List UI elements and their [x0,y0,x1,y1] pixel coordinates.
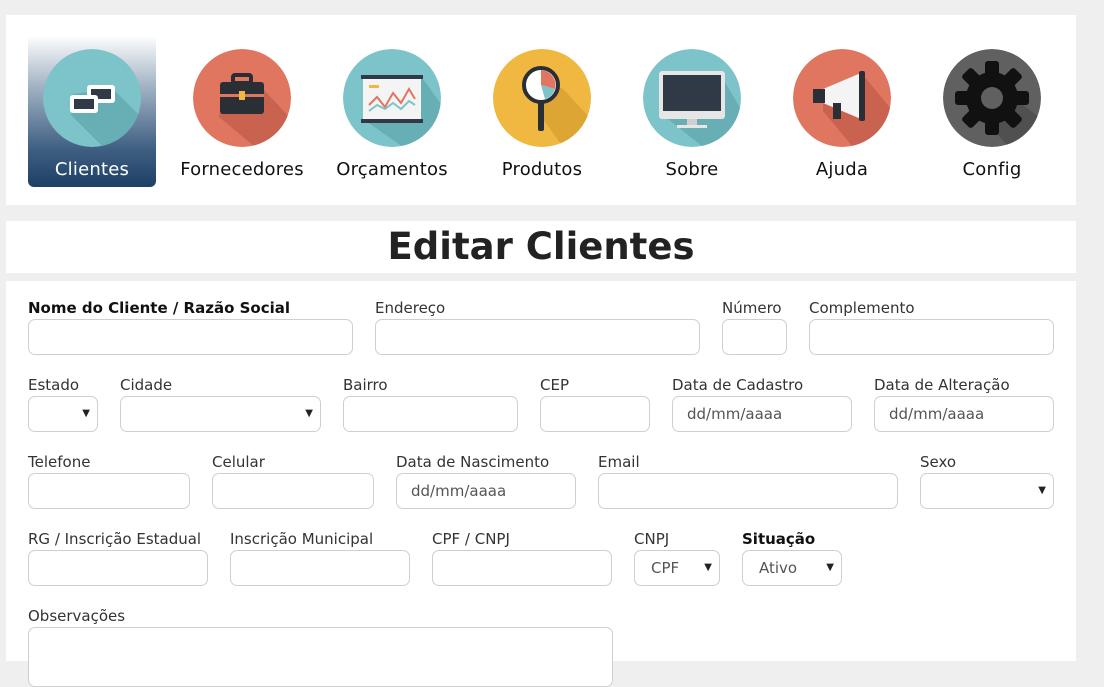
cidade-select[interactable]: ▼ [120,396,321,432]
page-title: Editar Clientes [387,225,695,268]
data-nascimento-field[interactable]: dd/mm/aaaa [396,473,576,509]
data-alteracao-label: Data de Alteração [874,376,1010,394]
email-label: Email [598,453,640,471]
monitor-icon [643,49,741,147]
briefcase-icon [193,49,291,147]
top-nav: Clientes Fornecedores Orçamentos Produto… [6,15,1076,205]
situacao-label: Situação [742,530,816,548]
estado-select[interactable]: ▼ [28,396,98,432]
bairro-field[interactable] [343,396,518,432]
data-nascimento-label: Data de Nascimento [396,453,550,471]
date-placeholder: dd/mm/aaaa [889,405,985,423]
chevron-down-icon: ▼ [82,408,90,419]
nav-item-produtos[interactable]: Produtos [478,35,606,187]
cnpj-type-select[interactable]: CPF ▼ [634,550,720,586]
complemento-field[interactable] [809,319,1054,355]
telefone-field[interactable] [28,473,190,509]
numero-field[interactable] [722,319,787,355]
celular-field[interactable] [212,473,374,509]
data-cadastro-field[interactable]: dd/mm/aaaa [672,396,852,432]
title-panel: Editar Clientes [6,221,1076,273]
nav-item-config[interactable]: Config [928,35,1056,187]
numero-label: Número [722,299,782,317]
situacao-select[interactable]: Ativo ▼ [742,550,842,586]
telefone-label: Telefone [28,453,91,471]
data-alteracao-field[interactable]: dd/mm/aaaa [874,396,1054,432]
cpf-cnpj-label: CPF / CNPJ [432,530,510,548]
clients-icon [43,49,141,147]
inscricao-municipal-label: Inscrição Municipal [230,530,374,548]
chevron-down-icon: ▼ [1038,485,1046,496]
sexo-select[interactable]: ▼ [920,473,1054,509]
select-value: Ativo [759,559,798,577]
estado-label: Estado [28,376,80,394]
nav-label: Produtos [501,159,583,180]
chevron-down-icon: ▼ [826,562,834,573]
cep-field[interactable] [540,396,650,432]
nav-item-fornecedores[interactable]: Fornecedores [178,35,306,187]
cidade-label: Cidade [120,376,173,394]
nav-label: Config [962,159,1022,180]
nav-item-orcamentos[interactable]: Orçamentos [328,35,456,187]
nav-label: Sobre [665,159,719,180]
endereco-label: Endereço [375,299,446,317]
observacoes-textarea[interactable] [28,627,613,687]
cep-label: CEP [540,376,569,394]
observacoes-label: Observações [28,607,126,625]
data-cadastro-label: Data de Cadastro [672,376,804,394]
chevron-down-icon: ▼ [704,562,712,573]
rg-label: RG / Inscrição Estadual [28,530,202,548]
sexo-label: Sexo [920,453,957,471]
cpf-cnpj-field[interactable] [432,550,612,586]
nav-item-ajuda[interactable]: Ajuda [778,35,906,187]
nav-label: Clientes [54,159,130,180]
magnifier-chart-icon [493,49,591,147]
client-form: Nome do Cliente / Razão Social Endereço … [6,281,1076,687]
bairro-label: Bairro [343,376,388,394]
celular-label: Celular [212,453,265,471]
presentation-chart-icon [343,49,441,147]
nome-label: Nome do Cliente / Razão Social [28,299,291,317]
nav-label: Orçamentos [336,159,448,180]
nav-item-sobre[interactable]: Sobre [628,35,756,187]
chevron-down-icon: ▼ [305,408,313,419]
nome-field[interactable] [28,319,353,355]
endereco-field[interactable] [375,319,700,355]
complemento-label: Complemento [809,299,915,317]
gear-icon [943,49,1041,147]
email-field[interactable] [598,473,898,509]
date-placeholder: dd/mm/aaaa [411,482,507,500]
date-placeholder: dd/mm/aaaa [687,405,783,423]
megaphone-icon [793,49,891,147]
nav-item-clientes[interactable]: Clientes [28,35,156,187]
rg-field[interactable] [28,550,208,586]
select-value: CPF [651,559,680,577]
nav-label: Fornecedores [180,159,304,180]
nav-label: Ajuda [815,159,869,180]
cnpj-type-label: CNPJ [634,530,670,548]
inscricao-municipal-field[interactable] [230,550,410,586]
